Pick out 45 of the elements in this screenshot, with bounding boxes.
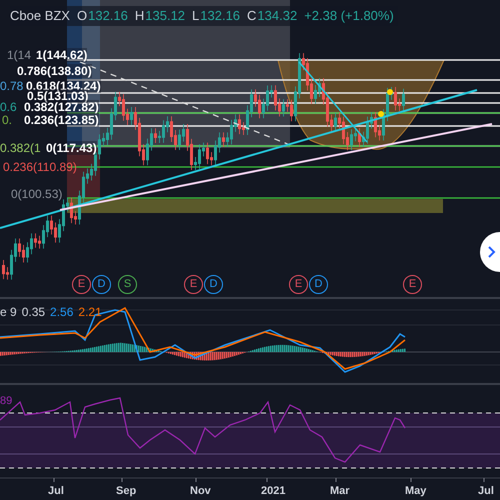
fibonacci-label: 0.78 [0,79,24,93]
price-key: O [76,6,88,26]
price-change: +2.38 (+1.80%) [304,7,394,25]
event-marker: E [72,275,91,294]
price-value: 134.32 [257,7,298,25]
event-marker: D [204,275,223,294]
fibonacci-label: 0.382(1 [0,141,41,155]
marker-dot [387,89,393,95]
marker-dot [378,111,384,117]
exchange-label: Cboe BZX [10,7,70,25]
event-marker: D [92,275,111,294]
fibonacci-label: 0.786(138.80) [17,64,92,78]
axis-label: Jul [48,484,64,499]
event-marker: D [309,275,328,294]
axis-label: Mar [330,484,350,499]
price-key: L [192,6,200,26]
event-marker: E [184,275,203,294]
chevron-right-icon [488,246,496,258]
indicator-label: e 9 [0,304,17,321]
rsi-value: 89 [0,394,12,409]
indicator-value: 0.35 [22,304,46,321]
fibonacci-label: 0.236(110.89) [3,160,77,174]
event-marker: E [403,275,422,294]
fibonacci-label: 1(144.62) [36,48,88,62]
axis-label: Sep [116,484,136,499]
event-marker: E [289,275,308,294]
axis-label: Jul [478,484,494,499]
indicator-value: 2.56 [50,304,74,321]
price-key: H [134,6,144,26]
fibonacci-label: 1(14 [7,48,32,62]
price-value: 135.12 [145,7,186,25]
fibonacci-label: 0.618(134.24) [26,79,101,93]
axis-label: Nov [190,484,211,499]
fibonacci-label: 0.6 [0,100,17,114]
fibonacci-label: 0(117.43) [46,141,97,155]
fibonacci-label: 0.236(123.85) [24,113,99,127]
event-marker: S [118,275,137,294]
price-value: 132.16 [88,7,128,25]
fibonacci-label: 0. [2,113,12,127]
price-value: 132.16 [200,7,240,25]
axis-label: May [405,484,426,499]
fibonacci-label: 0(100.53) [11,187,62,201]
axis-label: 2021 [261,484,286,499]
indicator-value: 2.21 [78,304,102,321]
price-key: C [247,6,256,26]
